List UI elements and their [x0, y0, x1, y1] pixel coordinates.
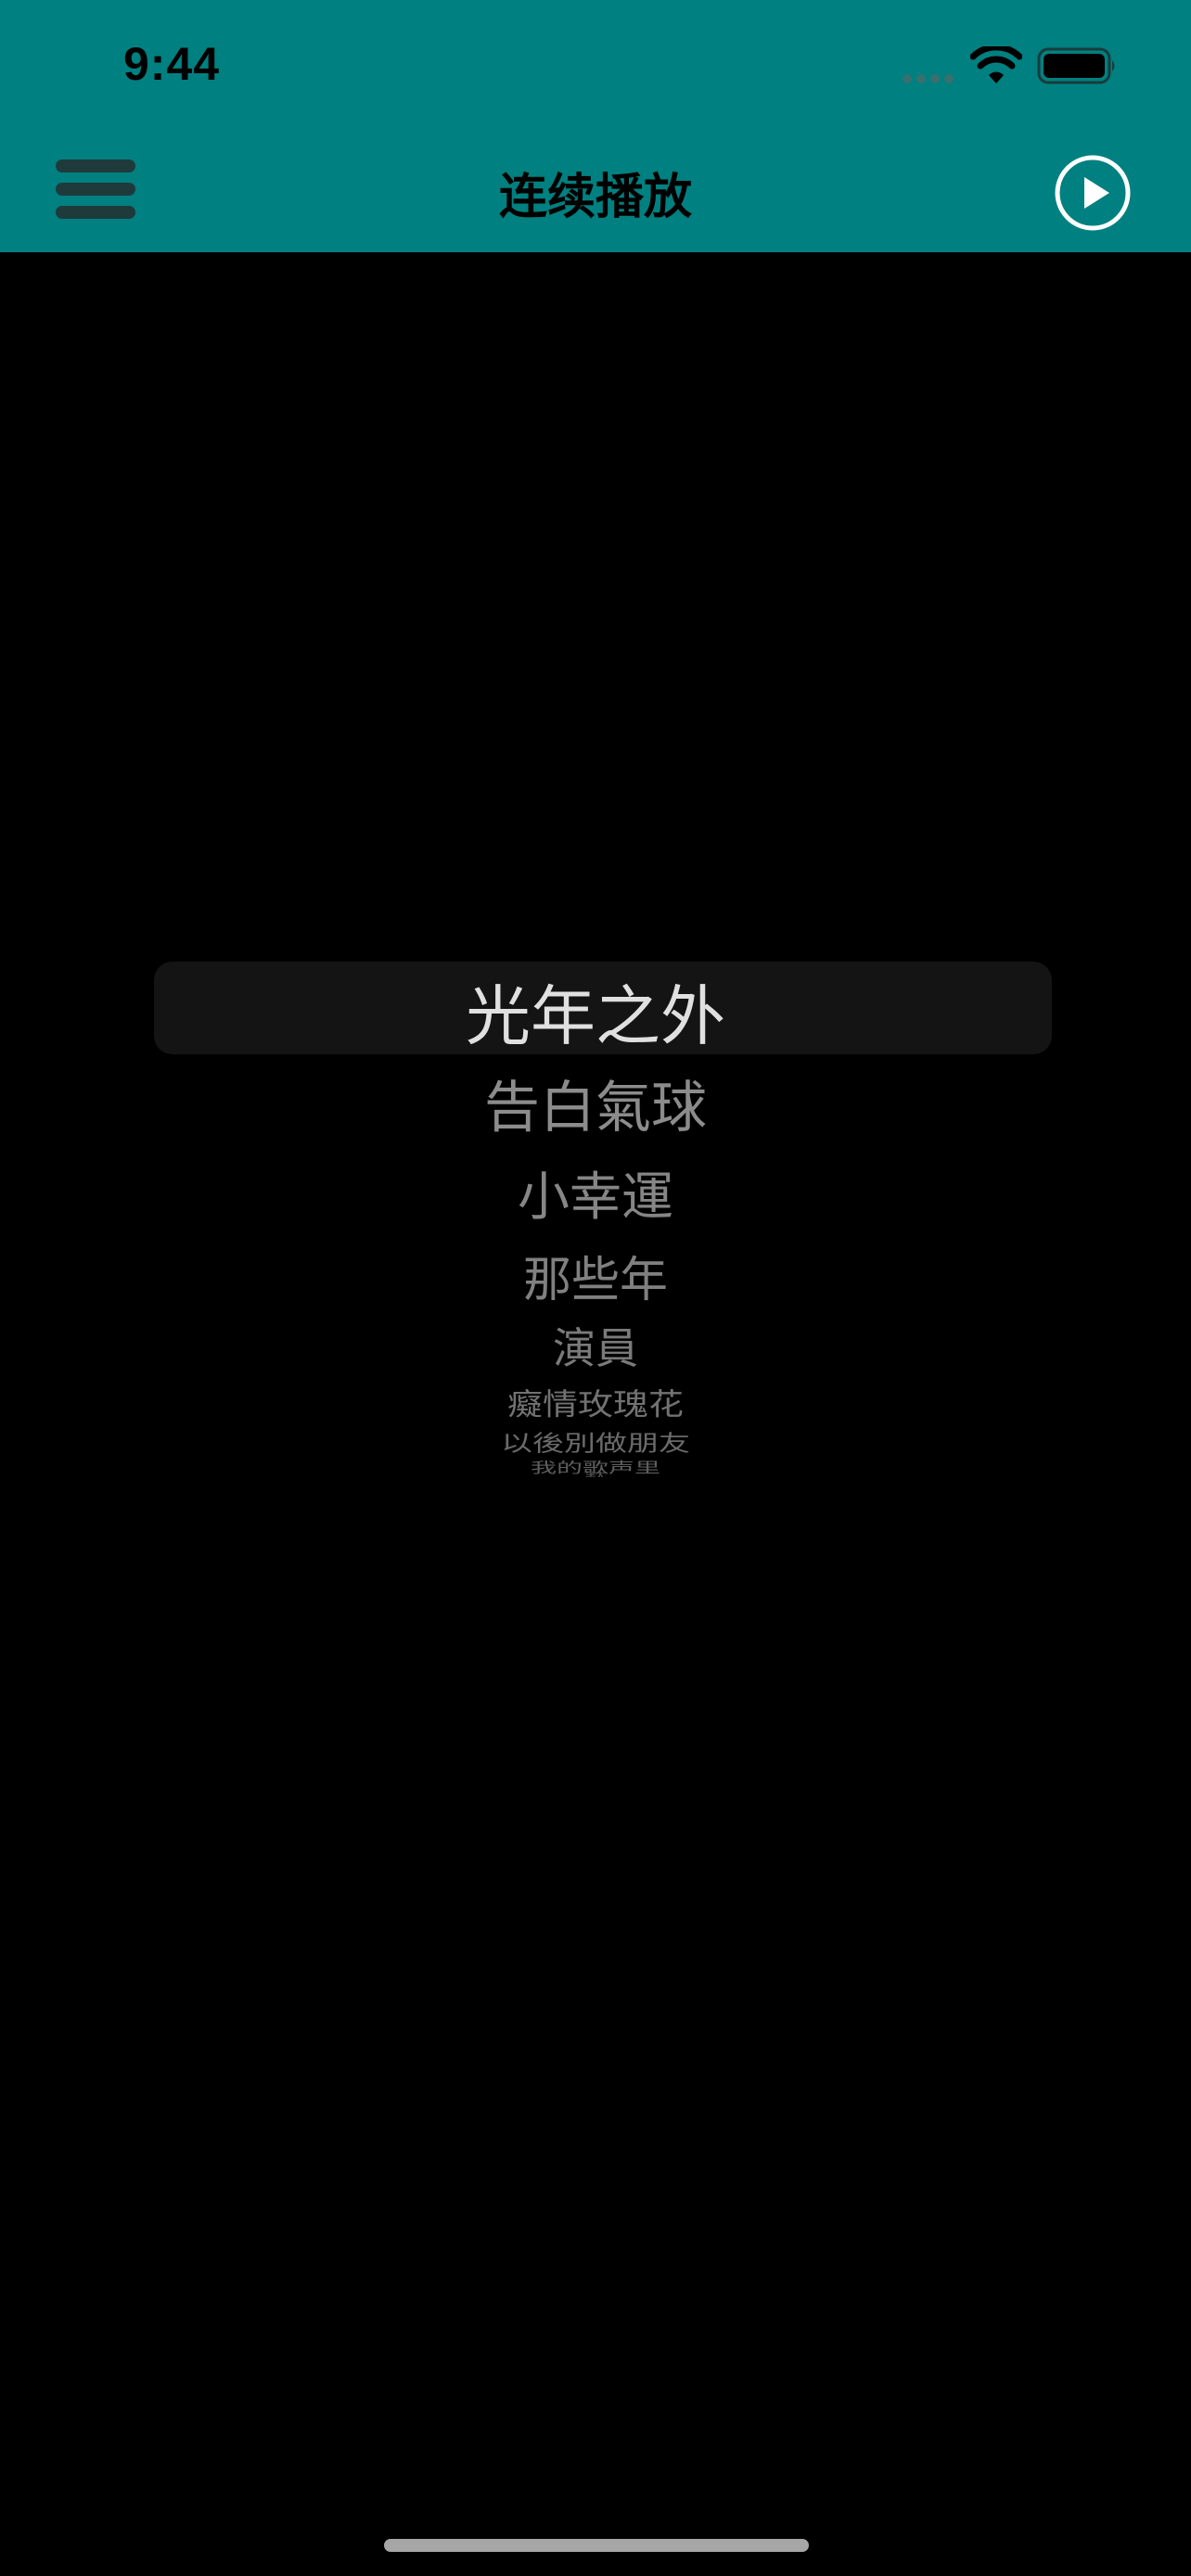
picker-item-selected[interactable]: 光年之外 — [0, 964, 1191, 1058]
home-indicator[interactable] — [384, 2539, 809, 2552]
song-picker[interactable]: 光年之外 告白氣球 小幸運 那些年 演員 癡情玫瑰花 以後別做朋友 我的歌声里 … — [0, 927, 1191, 1502]
picker-item[interactable]: 默 — [0, 1472, 1191, 1477]
page-title: 连续播放 — [498, 170, 692, 225]
picker-item[interactable]: 癡情玫瑰花 — [0, 1380, 1191, 1423]
battery-icon — [1037, 47, 1115, 84]
cellular-signal-icon — [903, 74, 954, 83]
picker-item[interactable]: 那些年 — [0, 1241, 1191, 1310]
play-button[interactable] — [1054, 154, 1132, 232]
picker-item[interactable]: 演員 — [0, 1315, 1191, 1376]
picker-item[interactable]: 告白氣球 — [0, 1063, 1191, 1143]
play-icon — [1084, 177, 1109, 209]
picker-item[interactable]: 以後別做朋友 — [0, 1425, 1191, 1457]
picker-item[interactable]: 小幸運 — [0, 1155, 1191, 1231]
status-time: 9:44 — [123, 38, 221, 90]
app-header: 9:44 连续播放 — [0, 0, 1191, 252]
wifi-icon — [970, 46, 1022, 83]
